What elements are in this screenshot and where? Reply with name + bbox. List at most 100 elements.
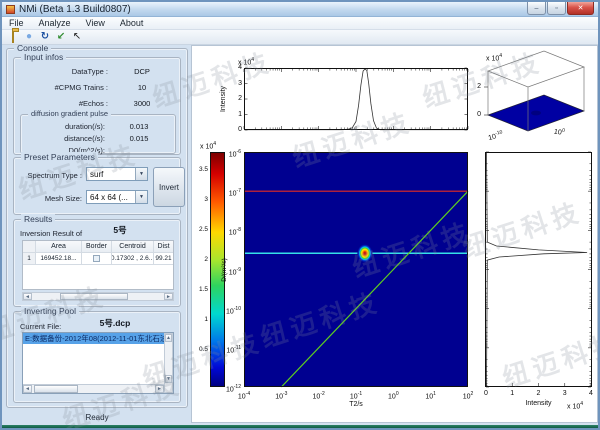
application-window: NMi (Beta 1.3 Build0807) – ▫ ✕ File Anal… [0,0,600,430]
scrollbar-thumb[interactable] [34,385,78,393]
results-hscrollbar[interactable]: ◄ ► [22,292,174,301]
mesh-size-label: Mesh Size: [16,194,82,203]
col-area: Area [36,241,82,252]
scroll-down-icon[interactable]: ▼ [165,375,172,383]
scroll-up-icon[interactable]: ▲ [165,334,172,342]
close-button[interactable]: ✕ [567,2,594,15]
results-group: Results Inversion Result of 5号 Area Bord… [13,219,181,307]
top-y-tick: 0 [232,126,242,134]
cpmg-trains-label: #CPMG Trains : [16,83,108,92]
map-y-tick: 10-8 [224,226,241,237]
right-x-tick: 4 [585,390,597,398]
current-file-value: 5号.dcp [80,319,150,328]
border-checkbox[interactable] [93,255,100,262]
col-dist: Dist [154,241,173,252]
inverting-pool-label: Inverting Pool [21,306,79,316]
col-border: Border [82,241,112,252]
top-y-tick: 3 [232,80,242,88]
mesh-size-value: 64 x 64 (... [90,193,134,202]
top-y-tick: 2 [232,95,242,103]
col-rowhdr [23,241,36,252]
chevron-down-icon[interactable]: ▼ [135,191,147,203]
snapshot-icon[interactable]: ● [22,31,36,44]
d-projection-plot [485,152,592,387]
colorbar-multiplier-label: x 104 [200,140,216,151]
right-multiplier-label: x 104 [567,400,583,411]
distance-label: distance(/s): [25,134,105,143]
border-cell [82,253,112,264]
t2-projection-plot [244,68,468,130]
map-y-tick: 10-7 [224,187,241,198]
colorbar-tick: 1.5 [192,286,208,294]
area-cell: 169452.18... [36,253,82,264]
menu-analyze[interactable]: Analyze [39,18,71,28]
results-table: Area Border Centroid Dist 1 169452.18...… [22,240,174,290]
inverting-pool-group: Inverting Pool Current File: 5号.dcp E:数据… [13,311,181,403]
preset-parameters-label: Preset Parameters [21,152,98,162]
map-y-tick: 10-11 [224,344,241,355]
diffusion-group-label: diffusion gradient pulse [28,109,111,119]
title-bar[interactable]: NMi (Beta 1.3 Build0807) [2,2,598,17]
colorbar-tick: 3.5 [192,166,208,174]
table-header-row: Area Border Centroid Dist [23,241,173,253]
chevron-down-icon[interactable]: ▼ [135,168,147,180]
table-row[interactable]: 1 169452.18... 0.17302 , 2.6... 99.21 [23,253,173,265]
pool-listbox[interactable]: E:数据备份-2012年08(2012-11-01东北石油大学检测数据 ▲ ▼ … [22,332,174,394]
map-x-tick: 10-1 [347,390,365,401]
spectrum-type-label: Spectrum Type : [16,171,82,180]
current-file-label: Current File: [20,322,72,331]
centroid-cell: 0.17302 , 2.6... [112,253,154,264]
console-group: Console Input infos DataType : DCP #CPMG… [6,48,188,408]
map-y-tick: 10-12 [224,383,241,394]
map-x-tick: 10-2 [310,390,328,401]
echos-label: #Echos : [16,99,108,108]
colorbar-tick: 2 [192,256,208,264]
right-x-tick: 0 [480,390,492,398]
right-x-tick: 2 [533,390,545,398]
map-x-tick: 10-3 [272,390,290,401]
3d-multiplier-label: x 104 [486,52,502,63]
scroll-right-icon[interactable]: ► [155,385,164,393]
map-y-tick: 10-6 [224,148,241,159]
minimize-button[interactable]: – [527,2,546,15]
datatype-value: DCP [110,67,174,76]
export-icon[interactable]: ↙ [54,31,68,44]
right-xlabel: Intensity [522,400,556,408]
scroll-left-icon[interactable]: ◄ [23,293,32,300]
right-x-tick: 1 [506,390,518,398]
top-multiplier-label: x 104 [238,56,254,67]
map-x-tick: 100 [384,390,402,401]
pool-hscrollbar[interactable]: ◄ ► [23,384,165,393]
invert-button[interactable]: Invert [153,167,185,207]
open-folder-icon[interactable] [6,31,20,44]
mesh-size-combo[interactable]: 64 x 64 (... ▼ [86,190,148,204]
pool-vscrollbar[interactable]: ▲ ▼ [164,333,173,393]
menu-view[interactable]: View [86,18,105,28]
input-infos-group: Input infos DataType : DCP #CPMG Trains … [13,57,181,155]
spectrum-type-combo[interactable]: surf ▼ [86,167,148,181]
duration-label: duration(/s): [25,122,105,131]
distance-value: 0.015 [109,134,169,143]
pointer-icon[interactable]: ↖ [70,31,84,44]
map-y-tick: 10-10 [224,305,241,316]
cpmg-trains-value: 10 [110,83,174,92]
echos-value: 3000 [110,99,174,108]
col-centroid: Centroid [112,241,154,252]
rotate-3d-icon[interactable]: ↻ [38,31,52,44]
input-infos-label: Input infos [21,52,66,62]
menu-about[interactable]: About [120,18,144,28]
scrollbar-thumb[interactable] [60,293,128,300]
d-t2-map [244,152,468,387]
colorbar-tick: 3 [192,196,208,204]
map-x-tick: 102 [459,390,477,401]
datatype-label: DataType : [16,67,108,76]
right-x-tick: 3 [559,390,571,398]
app-icon [6,5,15,14]
scroll-right-icon[interactable]: ► [164,293,173,300]
scroll-left-icon[interactable]: ◄ [23,385,32,393]
spectrum-type-value: surf [90,170,103,179]
3d-corner-tick: 100 [553,125,565,138]
maximize-button[interactable]: ▫ [547,2,566,15]
menu-file[interactable]: File [9,18,24,28]
pool-list-item[interactable]: E:数据备份-2012年08(2012-11-01东北石油大学检测数据 [23,333,164,344]
